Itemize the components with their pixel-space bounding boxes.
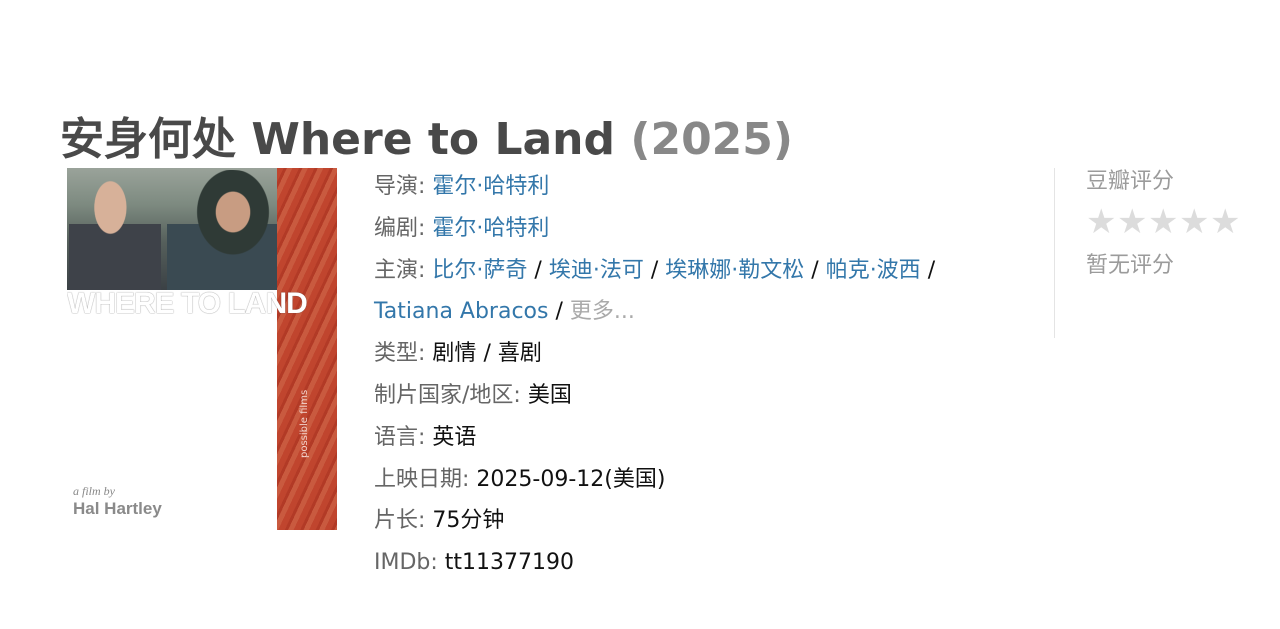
cast-row-continued: Tatiana Abracos / 更多... [374, 291, 1034, 333]
release-value: 2025-09-12(美国) [476, 466, 666, 492]
movie-title: 安身何处 Where to Land (2025) [60, 103, 793, 167]
cast-link[interactable]: Tatiana Abracos [374, 299, 548, 324]
douban-rating-panel: 豆瓣评分 ★ ★ ★ ★ ★ 暂无评分 [1086, 163, 1266, 279]
cast-link[interactable]: 帕克·波西 [826, 258, 921, 283]
country-value: 美国 [527, 382, 572, 408]
separator: / [811, 257, 819, 283]
genre-value: 喜剧 [497, 341, 542, 367]
genre-row: 类型: 剧情 / 喜剧 [374, 333, 1034, 375]
star-icon: ★ [1117, 202, 1148, 242]
genre-value: 剧情 [432, 341, 477, 367]
imdb-label: IMDb: [374, 550, 438, 576]
language-row: 语言: 英语 [374, 417, 1034, 459]
runtime-value: 75分钟 [432, 508, 505, 534]
section-divider [1054, 168, 1055, 338]
movie-poster[interactable]: WHERE TO LAND a film by Hal Hartley poss… [67, 168, 337, 530]
director-label: 导演: [374, 174, 426, 199]
separator: / [483, 341, 491, 367]
movie-info: 导演: 霍尔·哈特利 编剧: 霍尔·哈特利 主演: 比尔·萨奇 / 埃迪·法可 … [374, 166, 1034, 584]
poster-title-text: WHERE TO LAND [67, 287, 308, 320]
poster-byline-name: Hal Hartley [73, 499, 162, 518]
separator: / [650, 257, 659, 283]
runtime-label: 片长: [374, 508, 426, 534]
cast-link[interactable]: 埃琳娜·勒文松 [665, 258, 804, 283]
cast-link[interactable]: 埃迪·法可 [549, 258, 644, 283]
movie-title-text: 安身何处 Where to Land [60, 114, 616, 166]
release-row: 上映日期: 2025-09-12(美国) [374, 459, 1034, 501]
separator: / [555, 299, 563, 325]
star-icon: ★ [1179, 202, 1210, 242]
separator: / [927, 257, 936, 283]
language-label: 语言: [374, 424, 426, 450]
writer-link[interactable]: 霍尔·哈特利 [432, 216, 549, 241]
director-row: 导演: 霍尔·哈特利 [374, 166, 1034, 208]
no-rating-text: 暂无评分 [1086, 253, 1175, 278]
country-row: 制片国家/地区: 美国 [374, 375, 1034, 417]
poster-red-bar [277, 168, 337, 530]
cast-link[interactable]: 比尔·萨奇 [432, 258, 527, 283]
star-icon: ★ [1086, 202, 1117, 242]
poster-studio: possible films [299, 389, 310, 458]
poster-figure-right [167, 170, 287, 290]
separator: / [534, 257, 542, 283]
rating-title: 豆瓣评分 [1086, 169, 1175, 194]
poster-figure-left [69, 180, 161, 290]
imdb-row: IMDb: tt11377190 [374, 542, 1034, 584]
country-label: 制片国家/地区: [374, 382, 521, 408]
writer-label: 编剧: [374, 215, 426, 241]
rating-stars: ★ ★ ★ ★ ★ [1086, 202, 1266, 242]
movie-year: (2025) [630, 114, 794, 166]
director-link[interactable]: 霍尔·哈特利 [432, 174, 549, 199]
poster-byline-small: a film by [73, 484, 115, 498]
cast-row: 主演: 比尔·萨奇 / 埃迪·法可 / 埃琳娜·勒文松 / 帕克·波西 / [374, 250, 1034, 292]
genre-label: 类型: [374, 341, 426, 367]
language-value: 英语 [432, 424, 477, 450]
imdb-value: tt11377190 [444, 550, 575, 576]
runtime-row: 片长: 75分钟 [374, 500, 1034, 542]
star-icon: ★ [1148, 202, 1179, 242]
release-label: 上映日期: [374, 466, 470, 492]
cast-label: 主演: [374, 257, 426, 283]
star-icon: ★ [1210, 202, 1241, 242]
more-cast-link[interactable]: 更多... [570, 299, 635, 324]
writer-row: 编剧: 霍尔·哈特利 [374, 208, 1034, 250]
